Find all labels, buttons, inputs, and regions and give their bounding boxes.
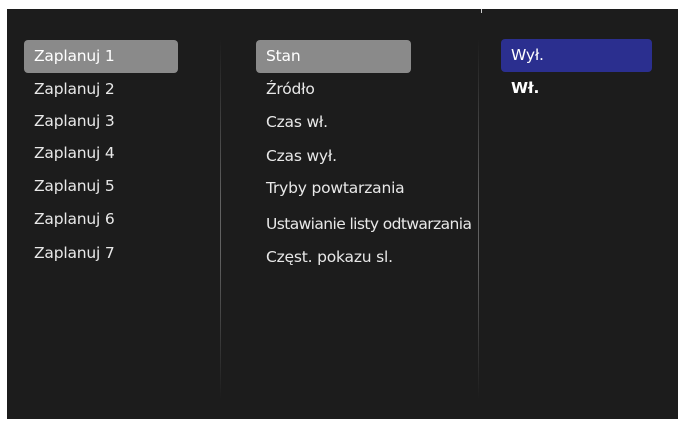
schedule-item-6[interactable]: Zaplanuj 6 <box>24 203 178 236</box>
setting-item-repeat-mode[interactable]: Tryby powtarzania <box>256 172 411 205</box>
schedule-item-2[interactable]: Zaplanuj 2 <box>24 73 178 106</box>
setting-item-source[interactable]: Źródło <box>256 73 411 106</box>
option-item-off[interactable]: Wył. <box>501 39 652 72</box>
top-edge-marker <box>481 9 482 13</box>
schedule-item-7[interactable]: Zaplanuj 7 <box>24 237 178 270</box>
setting-item-slideshow-interval[interactable]: Częst. pokazu sl. <box>256 241 411 274</box>
setting-item-on-time[interactable]: Czas wł. <box>256 106 411 139</box>
setting-item-off-time[interactable]: Czas wył. <box>256 140 411 173</box>
setting-item-status[interactable]: Stan <box>256 40 411 73</box>
schedule-item-3[interactable]: Zaplanuj 3 <box>24 105 178 138</box>
column-divider-1 <box>220 39 221 399</box>
schedule-item-1[interactable]: Zaplanuj 1 <box>24 40 178 73</box>
schedule-item-4[interactable]: Zaplanuj 4 <box>24 137 178 170</box>
setting-item-playlist[interactable]: Ustawianie listy odtwarzania <box>256 208 472 241</box>
column-divider-2 <box>478 39 479 399</box>
schedule-item-5[interactable]: Zaplanuj 5 <box>24 170 178 203</box>
option-item-on[interactable]: Wł. <box>501 72 652 105</box>
osd-menu-panel: Zaplanuj 1 Zaplanuj 2 Zaplanuj 3 Zaplanu… <box>7 9 678 419</box>
